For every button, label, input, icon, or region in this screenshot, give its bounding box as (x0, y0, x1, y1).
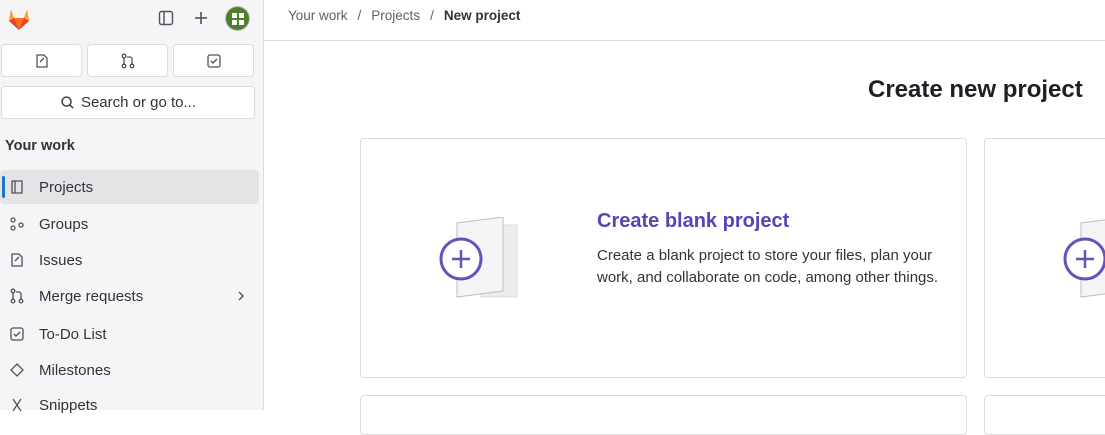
sidebar-item-label: Snippets (39, 396, 98, 414)
sidebar-toggle-icon[interactable] (156, 8, 176, 28)
snippet-icon (12, 398, 22, 412)
breadcrumb: Your work / Projects / New project (288, 8, 520, 23)
project-option-card-lower-partial[interactable] (984, 395, 1105, 435)
merge-request-icon (121, 53, 134, 68)
blank-project-illustration-icon (439, 217, 518, 298)
header-divider (264, 40, 1105, 41)
project-option-card-partial[interactable] (984, 138, 1105, 378)
project-option-illustration-icon (1063, 219, 1105, 298)
sidebar: Search or go to... Your work Projects Gr… (0, 0, 264, 414)
project-option-card-lower[interactable] (360, 395, 967, 435)
sidebar-item-issues[interactable]: Issues (0, 243, 259, 277)
sidebar-section-title: Your work (5, 138, 75, 154)
todo-icon (10, 327, 24, 341)
card-description: Create a blank project to store your fil… (597, 247, 939, 286)
sidebar-item-groups[interactable]: Groups (0, 207, 259, 241)
chevron-right-icon[interactable] (235, 290, 247, 302)
todo-icon (206, 53, 221, 68)
sidebar-item-label: Merge requests (39, 287, 144, 305)
page-title: Create new project (868, 76, 1083, 103)
issues-quick-button[interactable] (1, 44, 82, 77)
sidebar-item-label: Projects (39, 178, 94, 196)
issues-icon (35, 53, 48, 68)
breadcrumb-current[interactable]: New project (444, 8, 521, 23)
sidebar-item-merge-requests[interactable]: Merge requests (0, 279, 259, 313)
main-content: Your work / Projects / New project Creat… (264, 0, 1105, 435)
search-label: Search or go to... (80, 94, 197, 111)
avatar[interactable] (225, 6, 250, 31)
sidebar-item-snippets[interactable]: Snippets (0, 388, 259, 422)
group-icon (10, 217, 24, 231)
sidebar-item-projects[interactable]: Projects (0, 170, 259, 204)
breadcrumb-your-work[interactable]: Your work (288, 8, 348, 23)
sidebar-item-label: To-Do List (39, 325, 107, 343)
sidebar-item-milestones[interactable]: Milestones (0, 353, 259, 387)
breadcrumb-separator: / (430, 8, 434, 23)
merge-request-icon (10, 288, 24, 304)
gitlab-logo-icon[interactable] (6, 6, 32, 32)
sidebar-topbar (0, 0, 264, 38)
todos-quick-button[interactable] (173, 44, 254, 77)
active-indicator (2, 176, 5, 198)
project-icon (11, 180, 23, 194)
plus-icon[interactable] (191, 8, 211, 28)
merge-requests-quick-button[interactable] (87, 44, 168, 77)
sidebar-item-label: Groups (39, 215, 89, 233)
sidebar-item-label: Issues (39, 251, 83, 269)
sidebar-item-label: Milestones (39, 361, 111, 379)
search-icon (61, 96, 74, 109)
create-blank-project-card[interactable]: Create blank project Create a blank proj… (360, 138, 967, 378)
sidebar-item-todo-list[interactable]: To-Do List (0, 317, 259, 351)
card-title[interactable]: Create blank project (597, 210, 789, 233)
issues-icon (11, 253, 23, 267)
breadcrumb-separator: / (357, 8, 362, 23)
breadcrumb-projects[interactable]: Projects (371, 8, 420, 23)
search-button[interactable]: Search or go to... (1, 86, 255, 119)
milestone-icon (10, 363, 24, 377)
